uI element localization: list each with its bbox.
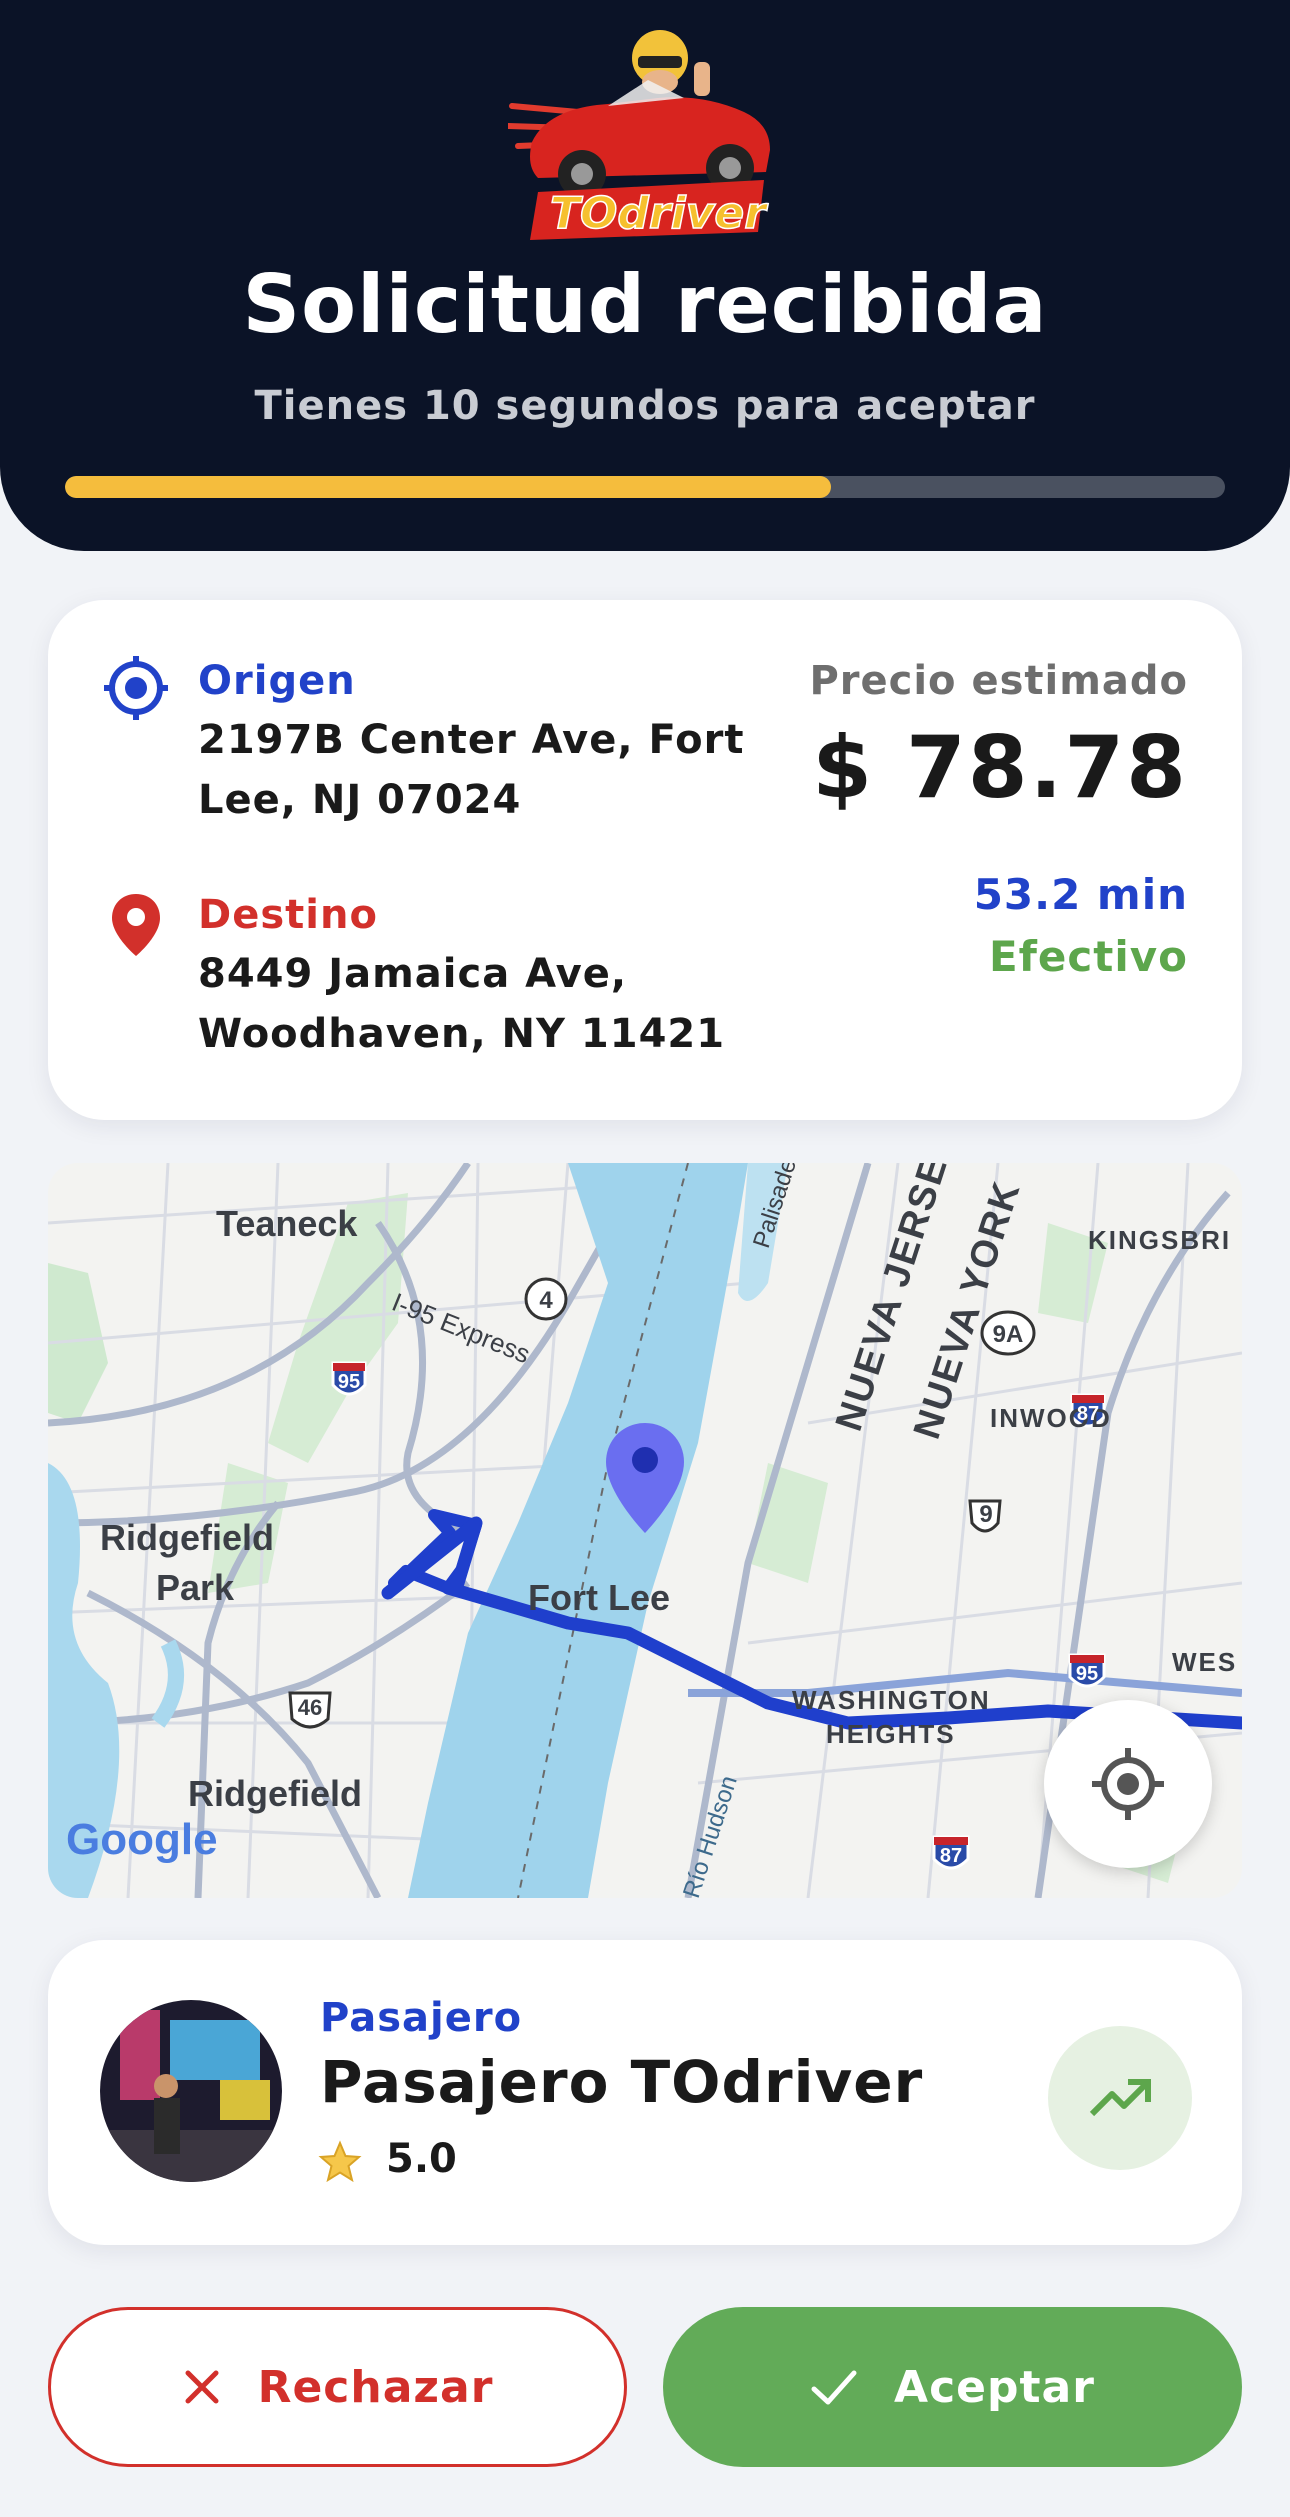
map-label-fort-lee: Fort Lee <box>528 1577 671 1618</box>
passenger-label: Pasajero <box>320 1995 523 2041</box>
countdown-progress-bar <box>65 476 1225 498</box>
shield-route-9a: 9A <box>992 1321 1024 1348</box>
todriver-logo: TOdriver <box>508 30 770 240</box>
map-label-washington-heights-1: WASHINGTON <box>792 1685 991 1715</box>
shield-route-4: 4 <box>539 1287 553 1314</box>
origin-address-line1: 2197B Center Ave, Fort <box>198 717 745 763</box>
passenger-stats-button[interactable] <box>1048 2026 1192 2170</box>
shield-i95-east: 95 <box>1075 1663 1099 1685</box>
map-label-ridgefield-park-1: Ridgefield <box>100 1517 275 1558</box>
estimated-price-label: Precio estimado <box>809 658 1188 704</box>
origin-target-icon <box>104 656 168 720</box>
reject-button-label: Rechazar <box>257 2361 494 2413</box>
origin-address-line2: Lee, NJ 07024 <box>198 777 522 823</box>
shield-us46: 46 <box>297 1695 323 1720</box>
shield-route-9: 9 <box>979 1501 993 1528</box>
map-label-west: WES <box>1172 1647 1238 1677</box>
reject-button[interactable]: Rechazar <box>48 2307 627 2467</box>
countdown-subtitle: Tienes 10 segundos para aceptar <box>254 383 1036 429</box>
destination-pin-icon <box>112 894 160 956</box>
origin-label: Origen <box>198 658 356 704</box>
check-icon <box>811 2370 857 2405</box>
passenger-rating: 5.0 <box>386 2136 457 2182</box>
destination-label: Destino <box>198 892 378 938</box>
estimated-price-value: $ 78.78 <box>812 718 1188 818</box>
my-location-button[interactable] <box>1044 1700 1212 1868</box>
passenger-avatar <box>100 2000 282 2182</box>
shield-i87-north: 87 <box>1076 1403 1100 1425</box>
countdown-progress-fill <box>65 476 831 498</box>
payment-method: Efectivo <box>988 932 1188 981</box>
crosshair-icon <box>1092 1748 1164 1820</box>
map-label-teaneck: Teaneck <box>216 1203 358 1244</box>
request-header: TOdriver Solicitud recibida Tienes 10 se… <box>0 0 1290 551</box>
shield-i87-south: 87 <box>939 1845 963 1867</box>
trending-up-icon <box>1089 2079 1151 2117</box>
logo-wordmark: TOdriver <box>550 188 768 239</box>
close-icon <box>185 2370 219 2404</box>
destination-address-line1: 8449 Jamaica Ave, <box>198 951 628 997</box>
shield-i95-west: 95 <box>337 1371 361 1393</box>
destination-address-line2: Woodhaven, NY 11421 <box>198 1011 726 1057</box>
map-label-ridgefield-park-2: Park <box>156 1567 235 1608</box>
star-icon <box>318 2140 362 2183</box>
origin-address: 2197B Center Ave, Fort Lee, NJ 07024 <box>198 710 745 830</box>
trip-details-card: Origen 2197B Center Ave, Fort Lee, NJ 07… <box>48 600 1242 1120</box>
map-label-ridgefield: Ridgefield <box>188 1773 363 1814</box>
accept-button[interactable]: Aceptar <box>663 2307 1242 2467</box>
destination-address: 8449 Jamaica Ave, Woodhaven, NY 11421 <box>198 944 725 1064</box>
map-label-washington-heights-2: HEIGHTS <box>826 1719 956 1749</box>
passenger-name: Pasajero TOdriver <box>320 2048 924 2116</box>
google-attribution: Google <box>66 1815 218 1864</box>
page-title: Solicitud recibida <box>242 258 1048 351</box>
accept-button-label: Aceptar <box>894 2361 1095 2413</box>
trip-duration: 53.2 min <box>973 870 1188 919</box>
passenger-card: Pasajero Pasajero TOdriver 5.0 <box>48 1940 1242 2245</box>
map-label-kingsbridge: KINGSBRI <box>1088 1225 1232 1255</box>
